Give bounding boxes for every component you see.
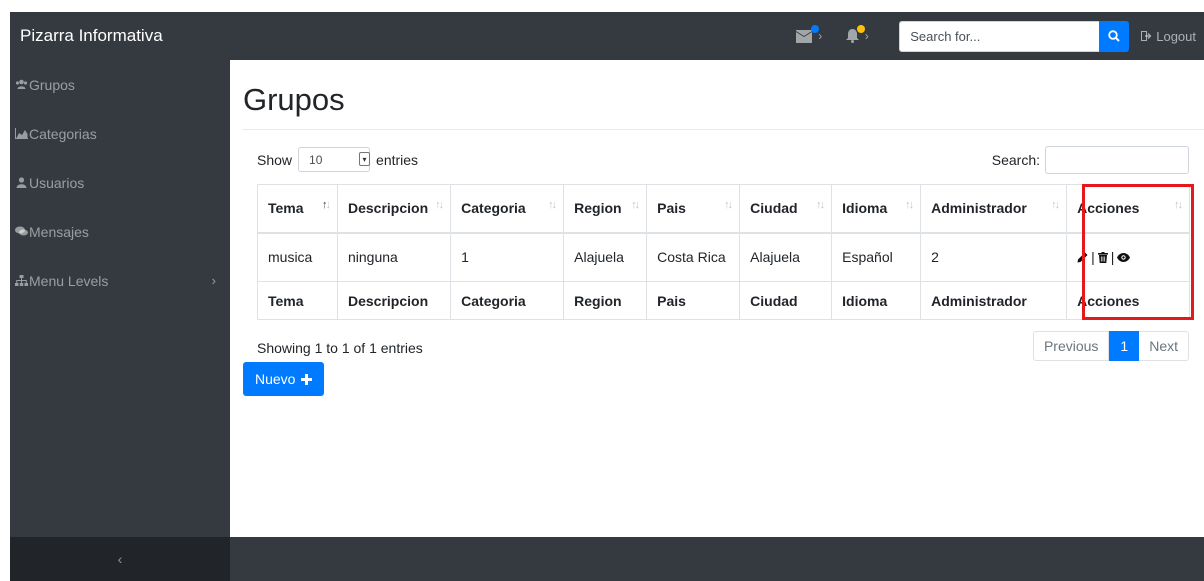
column-header-region[interactable]: Region ↑↓ (563, 184, 648, 234)
sort-icon: ↑↓ (1174, 199, 1183, 211)
actions-separator: | (1091, 249, 1095, 265)
sort-asc-icon: ↑↓ (322, 199, 331, 211)
sort-icon: ↑↓ (724, 199, 733, 211)
entries-label: entries (376, 151, 419, 168)
footer-administrador: Administrador (920, 281, 1068, 320)
navbar-search-button[interactable] (1099, 20, 1130, 52)
sort-icon: ↑↓ (631, 199, 640, 211)
table-filter-input[interactable] (1045, 146, 1189, 174)
cell-idioma: Español (831, 232, 922, 282)
column-header-descripcion[interactable]: Descripcion ↑↓ (336, 184, 452, 234)
cell-tema: musica (257, 232, 338, 282)
user-icon (15, 177, 28, 189)
pagination-previous[interactable]: Previous (1032, 331, 1110, 361)
chevron-down-icon: ▾ (359, 152, 371, 166)
users-icon (15, 79, 28, 91)
column-header-tema[interactable]: Tema ↑↓ (257, 184, 338, 234)
cell-categoria: 1 (450, 232, 565, 282)
footer-tema: Tema (257, 281, 338, 320)
cell-pais: Costa Rica (646, 232, 741, 282)
envelope-icon (796, 29, 813, 43)
sidebar-item-label: Mensajes (29, 223, 89, 240)
column-header-pais[interactable]: Pais ↑↓ (646, 184, 741, 234)
sort-icon: ↑↓ (816, 199, 825, 211)
logout-link[interactable]: Logout (1141, 29, 1196, 44)
table-row: musica ninguna 1 Alajuela Costa Rica Ala… (257, 232, 1190, 282)
sign-out-icon (1141, 31, 1152, 41)
pagination-page-1[interactable]: 1 (1109, 331, 1140, 361)
chevron-right-icon: › (864, 29, 869, 43)
trash-icon[interactable] (1097, 251, 1108, 263)
sort-icon: ↑↓ (435, 199, 444, 211)
filter-label: Search: (991, 152, 1040, 168)
cell-administrador: 2 (920, 232, 1068, 282)
sitemap-icon (15, 275, 28, 287)
sidebar-item-menu-levels[interactable]: Menu Levels › (10, 256, 230, 305)
entries-length-control: Show 10 ▾ entries (257, 147, 418, 172)
table-header-row: Tema ↑↓ Descripcion ↑↓ Categoria ↑↓ Region ↑… (257, 184, 1190, 234)
pagination: Previous 1 Next (1032, 331, 1189, 361)
column-header-acciones[interactable]: Acciones ↑↓ (1066, 184, 1190, 234)
nuevo-button[interactable]: Nuevo (243, 362, 325, 396)
footer-acciones: Acciones (1066, 281, 1190, 320)
chevron-right-icon: › (818, 29, 823, 43)
actions-separator: | (1110, 249, 1115, 265)
sidebar-toggle-button[interactable]: ‹ (10, 537, 230, 581)
table-filter: Search: (992, 146, 1189, 174)
entries-length-value: 10 (309, 152, 323, 167)
navbar-search-input[interactable] (899, 20, 1100, 52)
alerts-dropdown[interactable]: › (833, 12, 881, 60)
brand-title[interactable]: Pizarra Informativa (10, 26, 230, 46)
show-label: Show (257, 151, 293, 168)
column-header-idioma[interactable]: Idioma ↑↓ (831, 184, 922, 234)
sort-icon: ↑↓ (1051, 199, 1060, 211)
cell-descripcion: ninguna (336, 232, 452, 282)
nuevo-button-label: Nuevo (255, 371, 296, 387)
column-header-administrador[interactable]: Administrador ↑↓ (920, 184, 1068, 234)
cell-ciudad: Alajuela (739, 232, 833, 282)
area-chart-icon (15, 128, 28, 140)
column-header-ciudad[interactable]: Ciudad ↑↓ (739, 184, 833, 234)
sidebar-item-label: Grupos (29, 76, 75, 93)
comments-icon (15, 226, 28, 238)
sidebar-item-usuarios[interactable]: Usuarios (10, 158, 230, 207)
sort-icon: ↑↓ (905, 199, 914, 211)
sidebar-item-label: Categorias (29, 125, 97, 142)
footer-ciudad: Ciudad (739, 281, 833, 320)
sidebar: Grupos Categorias Usuarios Mensajes Menu… (10, 60, 230, 581)
grupos-table: Tema ↑↓ Descripcion ↑↓ Categoria ↑↓ Region ↑… (257, 184, 1190, 320)
search-icon (1108, 30, 1120, 42)
sidebar-item-mensajes[interactable]: Mensajes (10, 207, 230, 256)
pagination-next[interactable]: Next (1139, 331, 1189, 361)
column-header-categoria[interactable]: Categoria ↑↓ (450, 184, 565, 234)
main-content: Grupos Show 10 ▾ entries Search: Tema ↑↓ … (230, 60, 1204, 537)
sidebar-item-categorias[interactable]: Categorias (10, 109, 230, 158)
cell-acciones: | | (1066, 232, 1190, 282)
title-divider (242, 129, 1204, 130)
footer-region: Region (563, 281, 648, 320)
sort-icon: ↑↓ (548, 199, 557, 211)
table-info: Showing 1 to 1 of 1 entries (257, 340, 423, 356)
chevron-right-icon: › (211, 273, 216, 288)
sidebar-item-label: Usuarios (29, 174, 85, 191)
pencil-icon[interactable] (1077, 252, 1088, 263)
table-footer-row: Tema Descripcion Categoria Region Pais C… (257, 281, 1190, 320)
footer-idioma: Idioma (831, 281, 922, 320)
page-footer (230, 537, 1204, 581)
sidebar-item-grupos[interactable]: Grupos (10, 60, 230, 109)
footer-categoria: Categoria (450, 281, 565, 320)
plus-icon (301, 373, 313, 385)
navbar-search (899, 20, 1130, 52)
chevron-left-icon: ‹ (117, 551, 123, 567)
footer-descripcion: Descripcion (336, 281, 452, 320)
footer-pais: Pais (646, 281, 741, 320)
eye-icon[interactable] (1117, 252, 1131, 262)
cell-region: Alajuela (563, 232, 648, 282)
page-title: Grupos (243, 82, 345, 117)
sidebar-item-label: Menu Levels (29, 272, 109, 289)
top-navbar: Pizarra Informativa › › Logout (10, 12, 1204, 60)
entries-length-select[interactable]: 10 ▾ (298, 147, 371, 172)
logout-label: Logout (1156, 28, 1196, 44)
messages-dropdown[interactable]: › (785, 12, 833, 60)
